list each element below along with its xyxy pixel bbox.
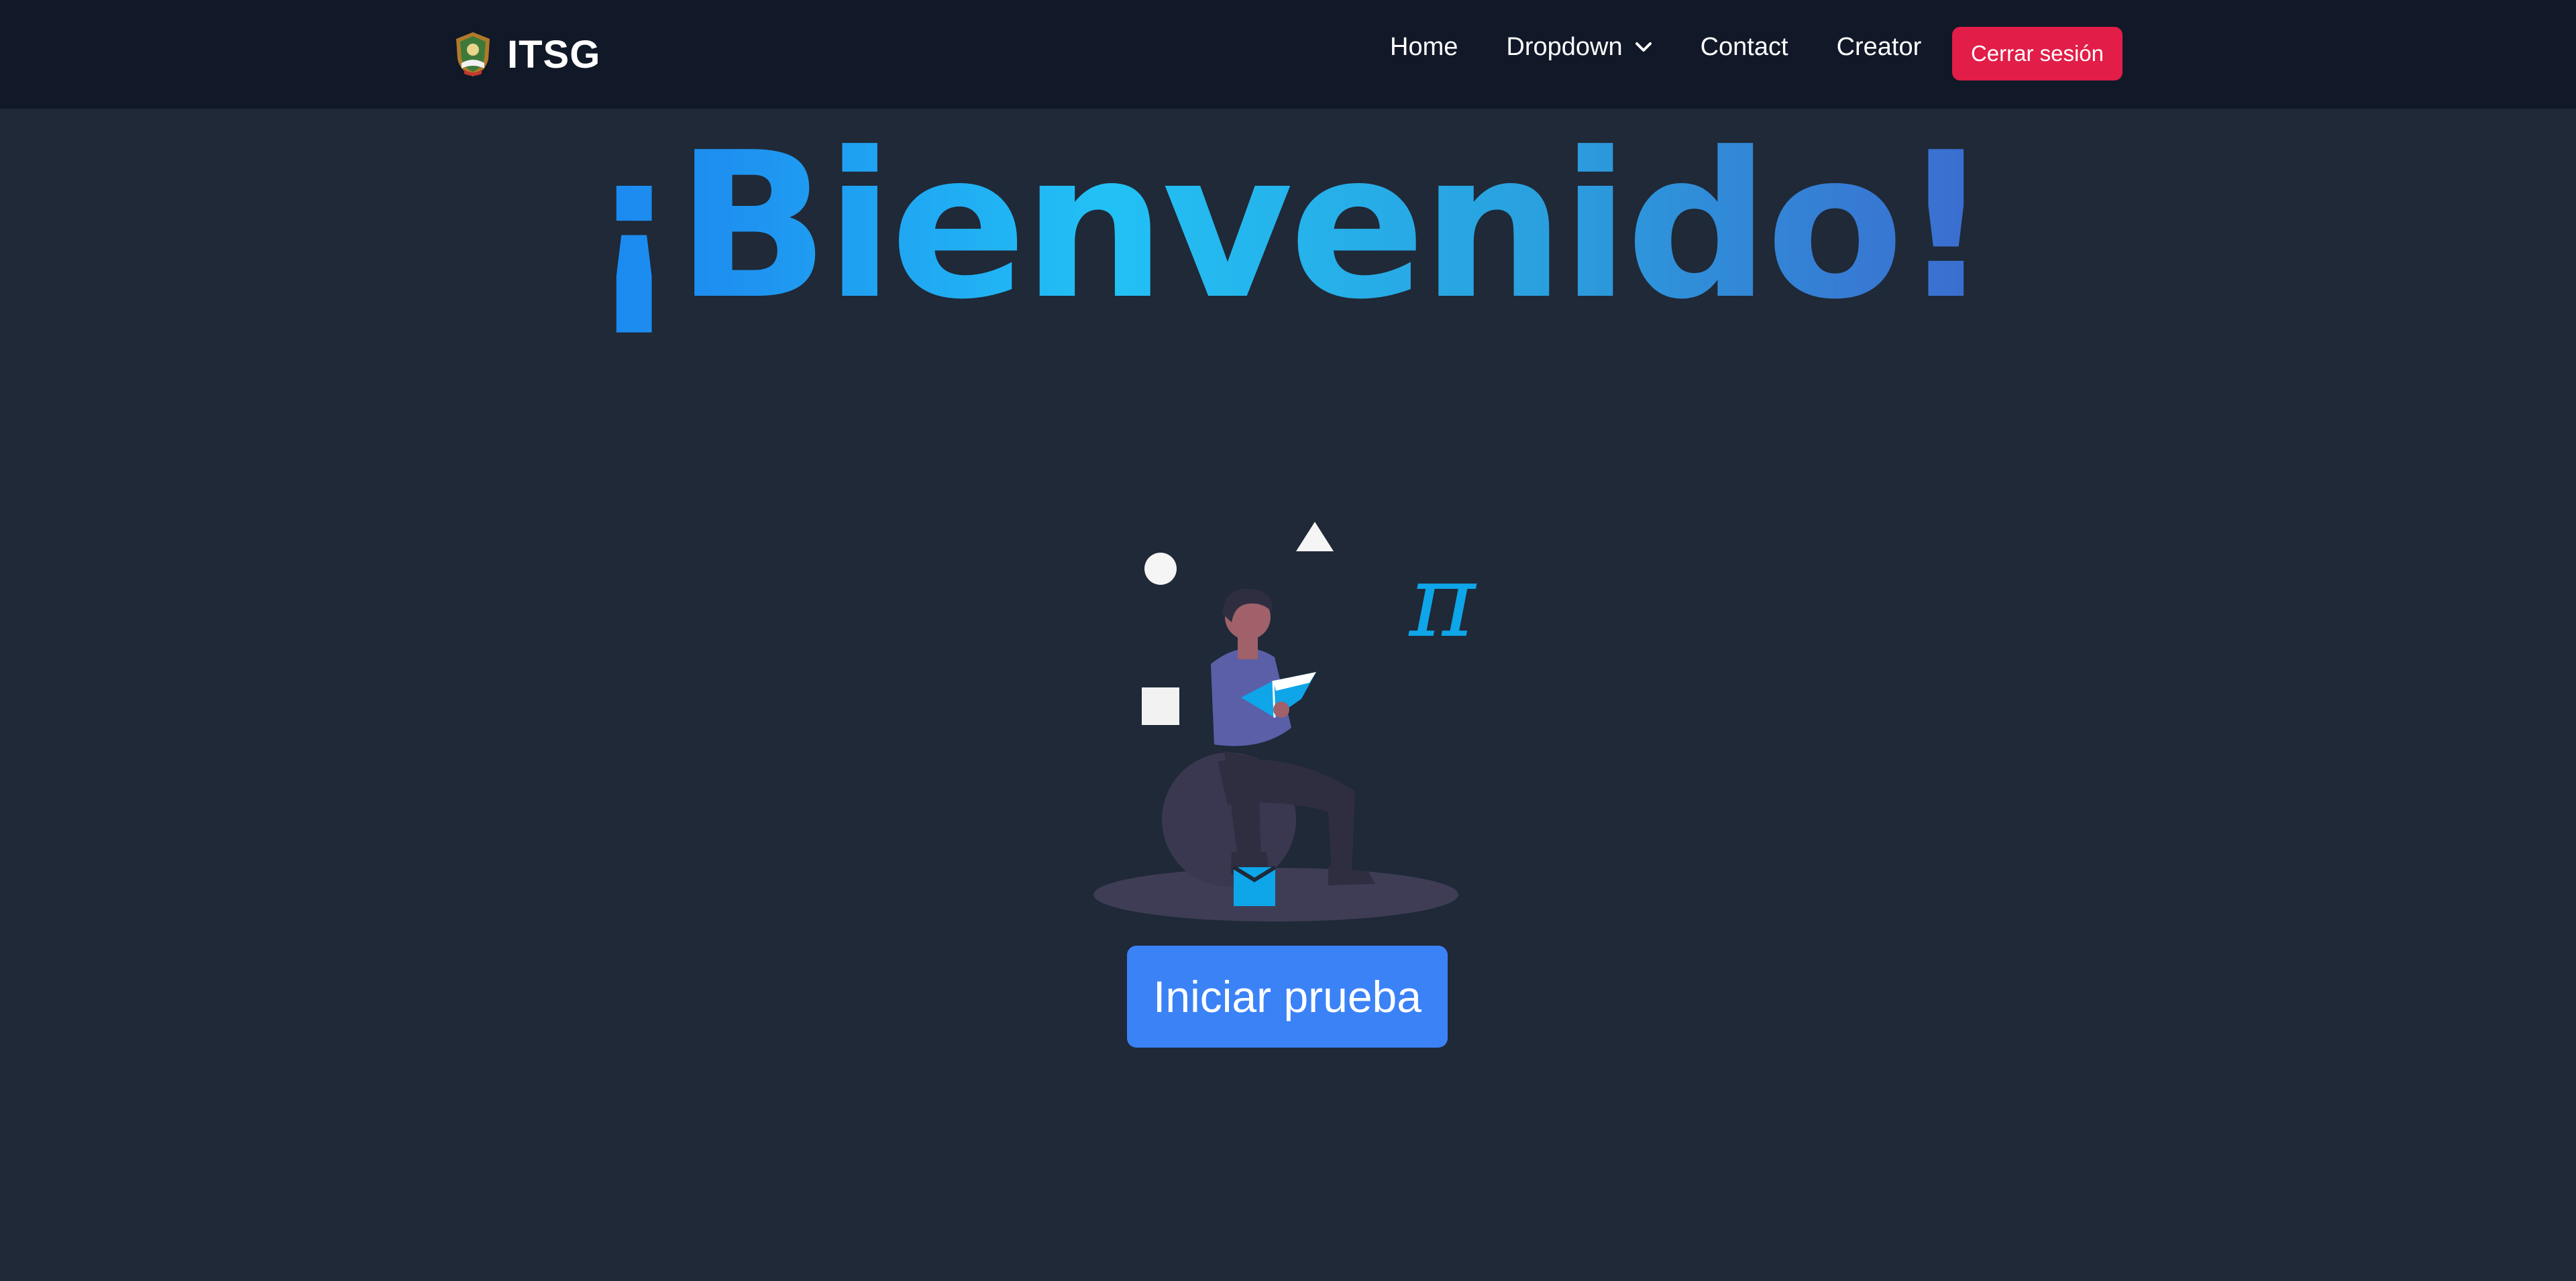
nav-link-creator[interactable]: Creator xyxy=(1837,33,1922,62)
square-shape xyxy=(1142,687,1179,725)
logout-button[interactable]: Cerrar sesión xyxy=(1952,27,2123,80)
nav-link-contact-label: Contact xyxy=(1700,32,1788,61)
reading-person-illustration: π xyxy=(1093,522,1477,922)
welcome-title: ¡Bienvenido! xyxy=(0,113,2576,341)
nav-link-creator-label: Creator xyxy=(1836,32,1922,61)
pi-symbol: π xyxy=(1408,543,1477,660)
nav-link-contact[interactable]: Contact xyxy=(1701,33,1788,62)
nav-link-home-label: Home xyxy=(1390,32,1458,61)
brand-link[interactable]: ITSG xyxy=(452,28,600,80)
itsg-logo-icon xyxy=(456,32,490,76)
nav-dropdown-toggle[interactable]: Dropdown xyxy=(1506,33,1652,62)
nav-dropdown-label: Dropdown xyxy=(1506,32,1623,61)
brand-name: ITSG xyxy=(507,32,601,76)
circle-shape xyxy=(1144,553,1177,585)
nav-link-home[interactable]: Home xyxy=(1390,33,1458,62)
top-navbar: ITSG Home Dropdown Contact Creator Cerra… xyxy=(0,0,2576,109)
start-test-button[interactable]: Iniciar prueba xyxy=(1127,946,1448,1048)
nav-links: Home Dropdown Contact Creator xyxy=(1390,27,1970,67)
triangle-shape xyxy=(1296,522,1334,551)
chevron-down-icon xyxy=(1635,42,1652,52)
